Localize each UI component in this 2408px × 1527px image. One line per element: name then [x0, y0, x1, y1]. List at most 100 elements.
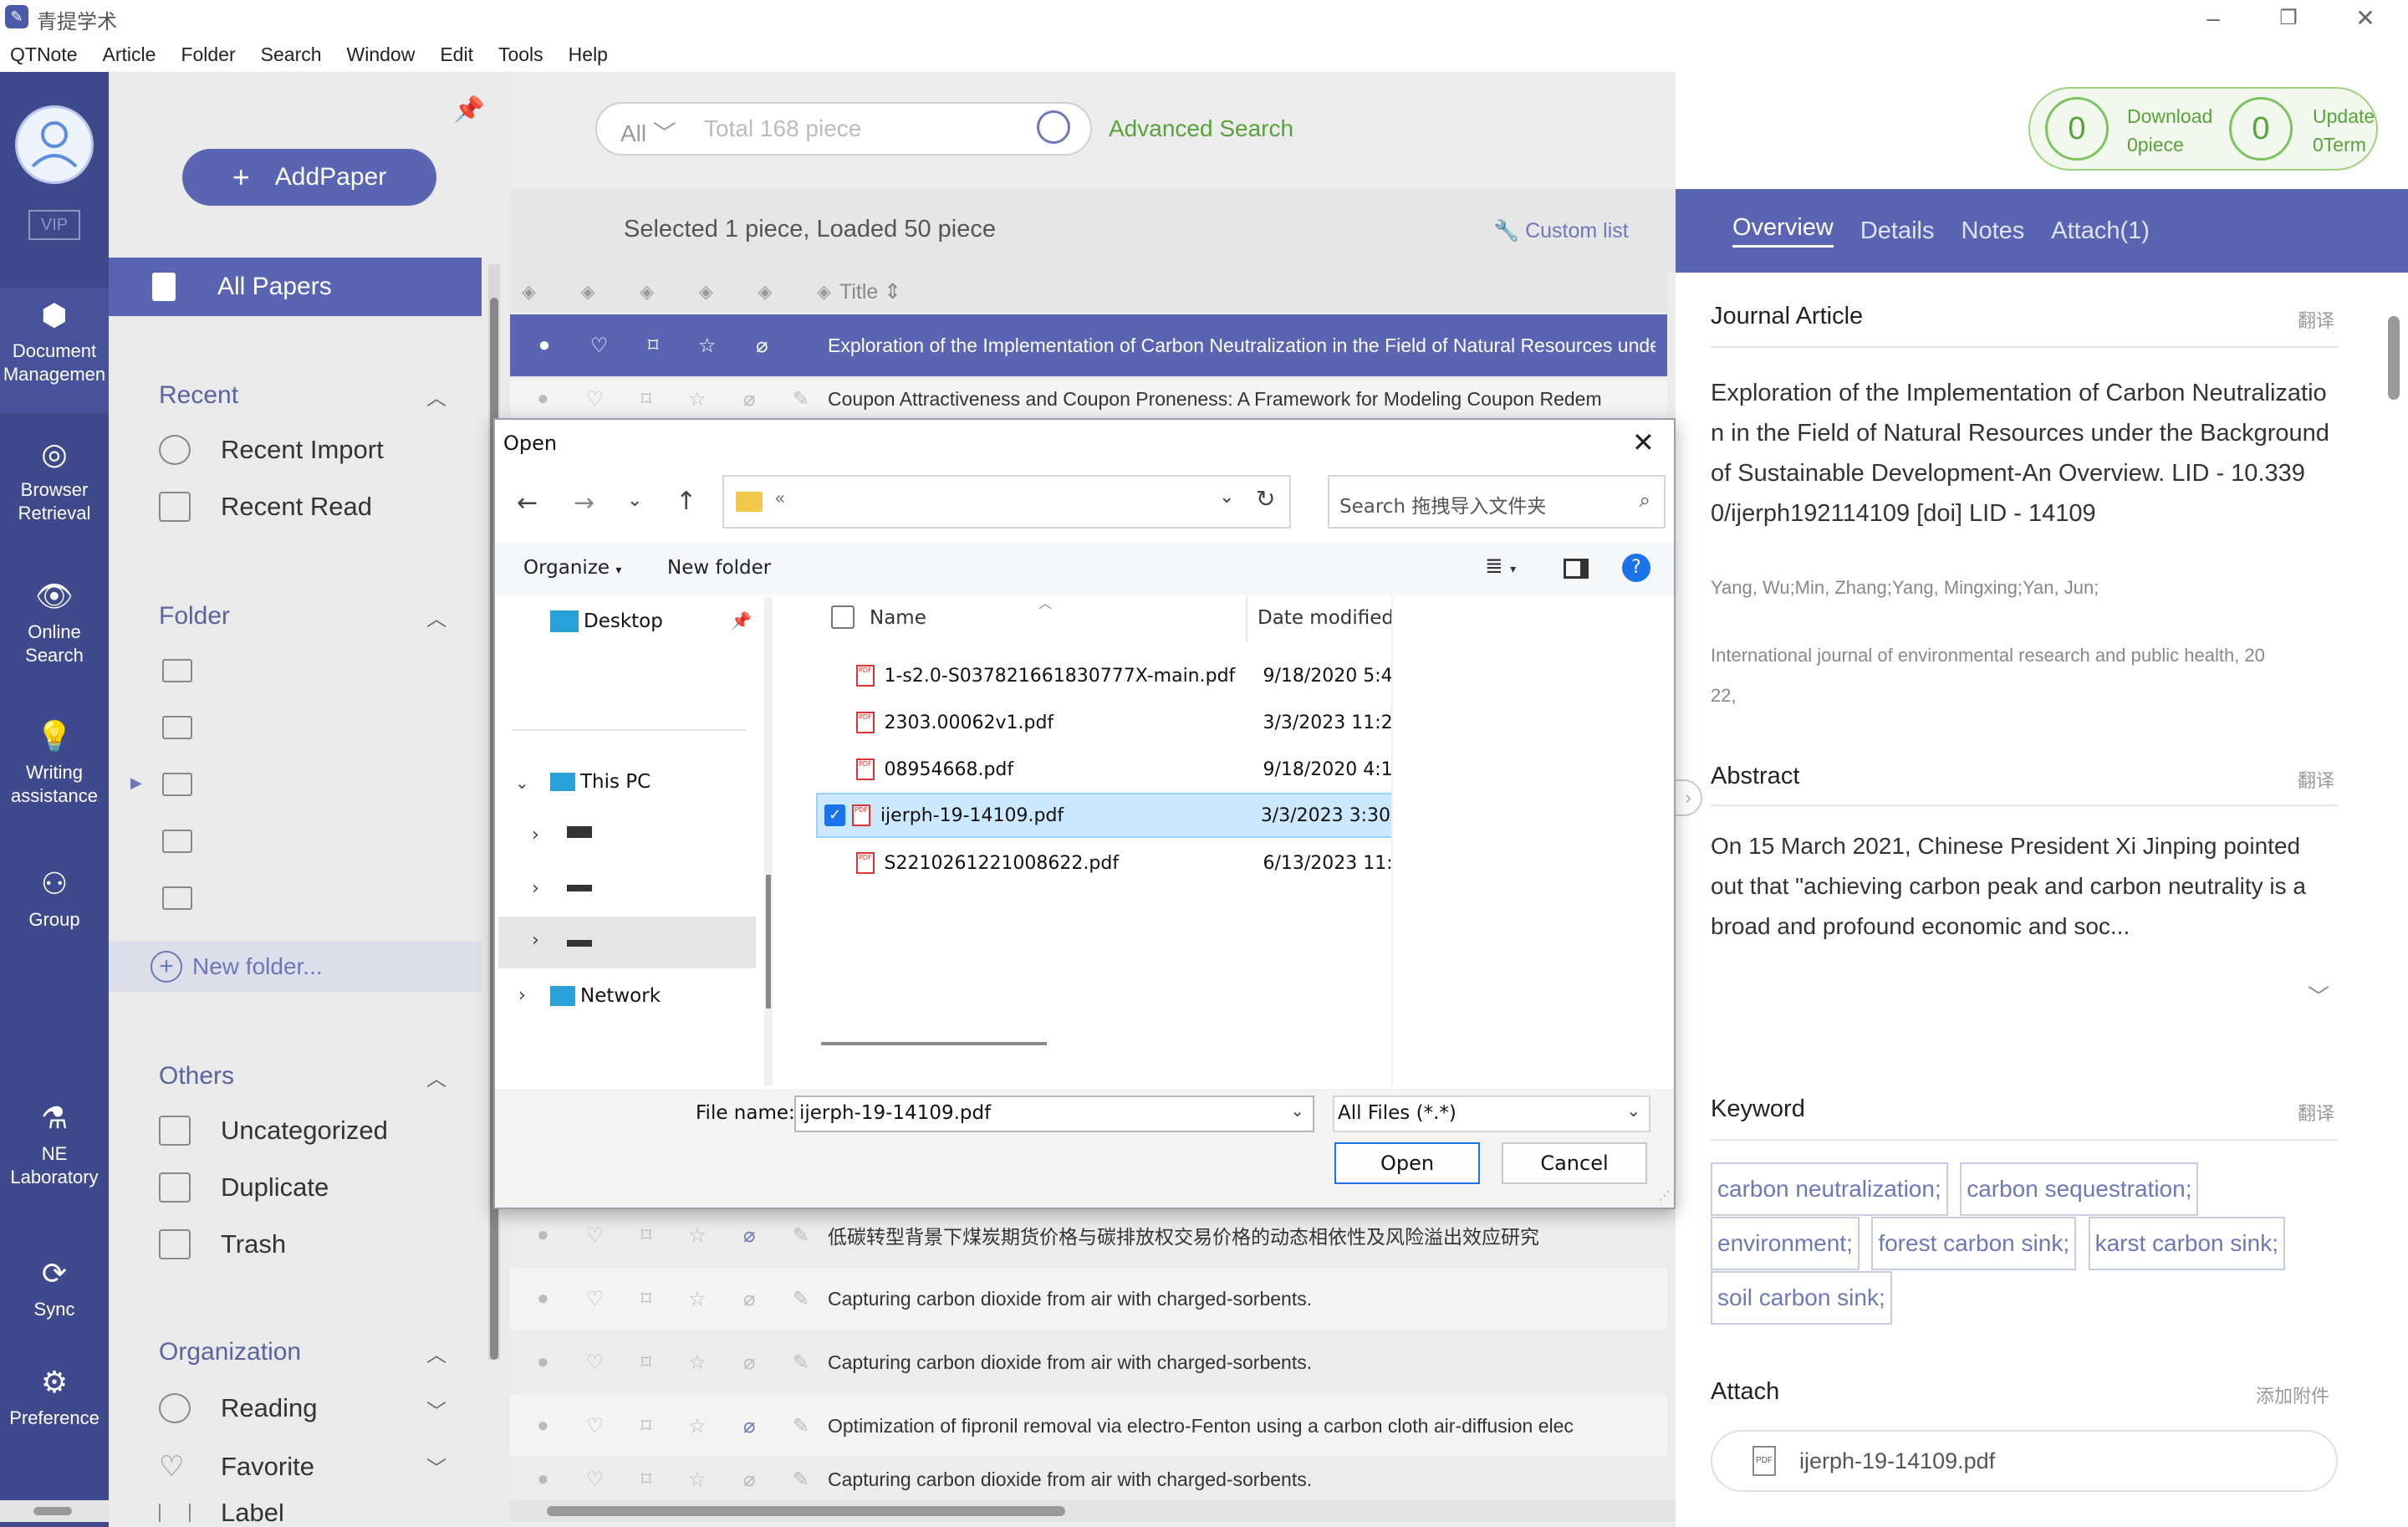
chevron-up-icon[interactable]: ︿ — [426, 602, 446, 631]
view-list-icon[interactable]: ≣ ▾ — [1485, 554, 1516, 579]
nav-browser-retrieval[interactable]: ◎ Browser Retrieval — [0, 435, 109, 552]
keyword-tag[interactable]: carbon sequestration; — [1960, 1162, 2199, 1216]
download-count[interactable]: 0 — [2045, 97, 2109, 161]
menu-folder[interactable]: Folder — [181, 43, 235, 66]
others-section-title[interactable]: Others — [159, 1062, 234, 1090]
scope-select[interactable]: All ﹀ — [620, 115, 676, 149]
open-button[interactable]: Open — [1334, 1142, 1480, 1184]
chevron-up-icon[interactable]: ︿ — [426, 1062, 446, 1091]
chevron-down-icon[interactable]: ﹀ — [426, 1452, 446, 1481]
chevron-down-icon[interactable]: ﹀ — [426, 1395, 446, 1424]
chevron-up-icon[interactable]: ︿ — [426, 381, 446, 411]
back-arrow-icon[interactable]: ← — [517, 488, 538, 518]
advanced-search-link[interactable]: Advanced Search — [1109, 115, 1293, 142]
dialog-search-input[interactable]: Search 拖拽导入文件夹 ⌕ — [1328, 475, 1666, 529]
chevron-right-icon[interactable]: › — [518, 985, 526, 1006]
layer-icon[interactable]: ◈ — [640, 281, 654, 303]
cancel-button[interactable]: Cancel — [1502, 1142, 1647, 1184]
resize-grip-icon[interactable]: ⋰ — [1659, 1189, 1671, 1203]
keyword-tag[interactable]: forest carbon sink; — [1871, 1217, 2077, 1270]
detail-scrollbar[interactable] — [2385, 293, 2403, 1489]
update-count[interactable]: 0 — [2229, 97, 2293, 161]
bookmark-icon[interactable]: ⌑ — [648, 334, 658, 358]
file-list-scrollbar[interactable] — [821, 1042, 1047, 1045]
table-row[interactable]: ● ♡ ⌑ ☆ ⌀ ✎ Capturing carbon dioxide from air… — [510, 1458, 1667, 1500]
sidebar-item-recent-import[interactable]: Recent Import — [159, 435, 384, 465]
checkbox-checked[interactable]: ✓ — [824, 804, 846, 826]
tab-overview[interactable]: Overview — [1732, 214, 1834, 248]
keyword-tag[interactable]: soil carbon sink; — [1711, 1271, 1892, 1325]
sidebar-item-all-papers[interactable]: All Papers — [109, 258, 482, 316]
drive-icon[interactable] — [567, 826, 592, 838]
chevron-right-icon[interactable]: › — [532, 825, 539, 845]
keyword-tag[interactable]: karst carbon sink; — [2088, 1217, 2285, 1270]
custom-list-button[interactable]: 🔧 Custom list — [1493, 219, 1629, 243]
nav-this-pc[interactable]: This PC — [550, 771, 650, 793]
help-icon[interactable]: ? — [1622, 554, 1650, 582]
chevron-up-icon[interactable]: ︿ — [426, 1338, 446, 1367]
layer-icon[interactable]: ◈ — [817, 281, 831, 303]
forward-arrow-icon[interactable]: → — [574, 488, 594, 518]
layer-icon[interactable]: ◈ — [522, 281, 536, 303]
star-icon[interactable]: ☆ — [698, 334, 717, 358]
table-row[interactable]: ● ♡ ⌑ ☆ ⌀ ✎ Coupon Attractiveness and Coupon … — [510, 378, 1667, 420]
nav-scrollbar[interactable] — [764, 597, 773, 1085]
add-attachment-button[interactable]: 添加附件 — [2256, 1381, 2329, 1408]
file-row[interactable]: PDF 08954668.pdf 9/18/2020 4:16 — [846, 749, 1393, 789]
recent-locations-icon[interactable]: ⌄ — [627, 490, 642, 511]
search-input[interactable]: Total 168 piece — [704, 115, 861, 142]
tab-details[interactable]: Details — [1860, 217, 1935, 245]
nav-desktop[interactable]: Desktop — [550, 610, 663, 632]
title-column-header[interactable]: Title ⇕ — [839, 279, 901, 304]
keyword-tag[interactable]: environment; — [1711, 1217, 1860, 1270]
sidebar-item-trash[interactable]: Trash — [159, 1229, 286, 1259]
filetype-select[interactable]: All Files (*.*) ⌄ — [1333, 1095, 1650, 1132]
chevron-down-icon[interactable]: ⌄ — [515, 773, 529, 793]
chevron-right-icon[interactable]: › — [532, 878, 539, 899]
restore-icon[interactable]: ❐ — [2269, 3, 2308, 33]
layer-icon[interactable]: ◈ — [758, 281, 772, 303]
table-row[interactable]: ● ♡ ⌑ ☆ ⌀ ✎ Optimization of fipronil removal … — [510, 1395, 1667, 1457]
nav-writing-assistance[interactable]: 💡 Writing assistance — [0, 718, 109, 843]
filename-input[interactable]: ijerph-19-14109.pdf ⌄ — [794, 1095, 1314, 1132]
attachment-item[interactable]: PDF ijerph-19-14109.pdf — [1711, 1430, 2338, 1492]
select-all-checkbox[interactable] — [831, 605, 855, 629]
table-row[interactable]: ● ♡ ⌑ ☆ ⌀ ✎ 低碳转型背景下煤炭期货价格与碳排放权交易价格的动态相依性及风险溢出… — [510, 1204, 1667, 1266]
keyword-tag[interactable]: carbon neutralization; — [1711, 1162, 1948, 1216]
nav-document-management[interactable]: ⬢ Document Managemen — [0, 288, 109, 413]
folder-icon[interactable] — [162, 716, 192, 739]
refresh-icon[interactable]: ↻ — [1256, 485, 1275, 513]
pin-icon[interactable]: 📌 — [731, 610, 752, 631]
close-window-icon[interactable]: ✕ — [2346, 3, 2385, 33]
preview-pane-icon[interactable] — [1564, 559, 1589, 579]
avatar[interactable] — [15, 105, 94, 184]
layer-icon[interactable]: ◈ — [699, 281, 713, 303]
nav-preference[interactable]: ⚙ Preference — [0, 1363, 109, 1455]
chevron-down-icon[interactable]: ⌄ — [1219, 487, 1234, 508]
menu-tools[interactable]: Tools — [498, 43, 543, 66]
menu-edit[interactable]: Edit — [440, 43, 473, 66]
sidebar-item-uncategorized[interactable]: Uncategorized — [159, 1116, 388, 1146]
menu-help[interactable]: Help — [569, 43, 608, 66]
add-paper-button[interactable]: + AddPaper — [182, 149, 436, 206]
sidebar-item-favorite[interactable]: ♡ Favorite — [159, 1450, 314, 1484]
layer-icon[interactable]: ◈ — [581, 281, 595, 303]
minimize-icon[interactable]: – — [2194, 3, 2232, 33]
vip-badge[interactable]: VIP — [28, 210, 80, 240]
sidebar-item-label[interactable]: Label — [159, 1504, 284, 1522]
file-row-selected[interactable]: ✓ PDF ijerph-19-14109.pdf 3/3/2023 3:30 … — [816, 793, 1393, 838]
organization-section-title[interactable]: Organization — [159, 1338, 301, 1366]
folder-section-title[interactable]: Folder — [159, 602, 230, 631]
table-row[interactable]: ● ♡ ⌑ ☆ ⌀ ✎ Capturing carbon dioxide from air… — [510, 1268, 1667, 1330]
expand-arrow-icon[interactable]: ▶ — [130, 774, 142, 792]
search-icon[interactable] — [1037, 110, 1070, 144]
nav-drive-selected[interactable]: › — [498, 917, 756, 968]
paperclip-icon[interactable]: ⌀ — [756, 334, 768, 358]
column-divider[interactable] — [1246, 597, 1247, 642]
folder-icon[interactable] — [162, 830, 192, 853]
circle-icon[interactable]: ● — [538, 334, 551, 358]
folder-icon[interactable] — [162, 773, 192, 796]
heart-icon[interactable]: ♡ — [590, 334, 609, 358]
menu-article[interactable]: Article — [103, 43, 156, 66]
translate-button[interactable]: 翻译 — [2298, 766, 2334, 793]
